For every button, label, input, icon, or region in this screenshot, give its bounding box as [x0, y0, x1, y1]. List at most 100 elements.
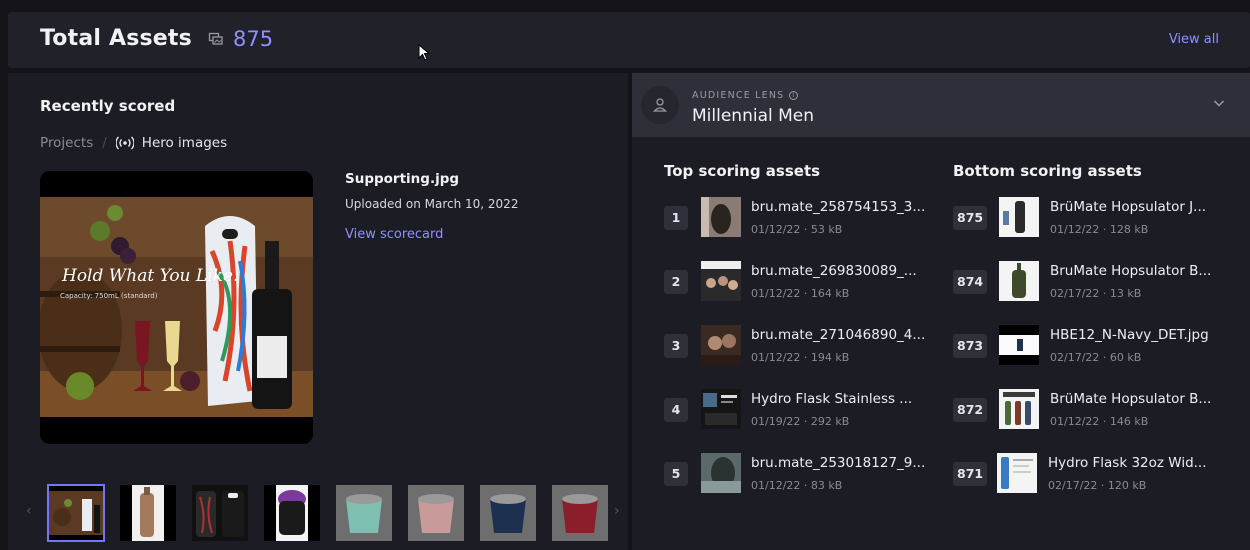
- breadcrumb-separator: /: [102, 135, 107, 151]
- upload-date: Uploaded on March 10, 2022: [345, 197, 519, 211]
- asset-thumbnail: [999, 197, 1039, 237]
- chevron-down-icon: [1213, 100, 1225, 107]
- preview-capacity: Capacity: 750mL (standard): [60, 292, 158, 300]
- asset-date: 02/17/22: [1050, 287, 1100, 300]
- rank-badge: 875: [953, 206, 988, 230]
- breadcrumb-projects[interactable]: Projects: [40, 135, 93, 151]
- asset-size: 13 kB: [1109, 287, 1142, 300]
- asset-name: bru.mate_258754153_3...: [751, 199, 926, 215]
- audience-lens-value: Millennial Men: [692, 106, 815, 126]
- top-asset-row[interactable]: 2 bru.mate_269830089_... 01/12/22 · 164 …: [664, 261, 944, 303]
- asset-size: 120 kB: [1107, 479, 1147, 492]
- asset-date: 01/12/22: [751, 287, 801, 300]
- asset-size: 194 kB: [810, 351, 850, 364]
- user-icon: [641, 86, 679, 124]
- asset-size: 83 kB: [810, 479, 843, 492]
- page-title: Total Assets: [40, 26, 192, 51]
- asset-meta: 01/12/22 · 194 kB: [751, 351, 850, 364]
- carousel-thumbnail[interactable]: [336, 485, 392, 541]
- thumbnail-carousel: ‹ ›: [16, 483, 628, 542]
- view-all-link[interactable]: View all: [1169, 32, 1219, 47]
- rank-badge: 872: [953, 398, 988, 422]
- asset-meta: 01/12/22 · 164 kB: [751, 287, 850, 300]
- asset-meta: 02/17/22 · 60 kB: [1050, 351, 1142, 364]
- asset-thumbnail: [999, 261, 1039, 301]
- asset-name: BrüMate Hopsulator B...: [1050, 391, 1212, 407]
- asset-name: BruMate Hopsulator B...: [1050, 263, 1212, 279]
- carousel-thumbnail[interactable]: [192, 485, 248, 541]
- view-scorecard-link[interactable]: View scorecard: [345, 227, 443, 242]
- asset-thumbnail: [701, 261, 741, 301]
- asset-meta: 01/12/22 · 128 kB: [1050, 223, 1149, 236]
- rank-badge: 3: [664, 334, 688, 358]
- top-asset-row[interactable]: 1 bru.mate_258754153_3... 01/12/22 · 53 …: [664, 197, 944, 239]
- asset-name: Hydro Flask Stainless ...: [751, 391, 913, 407]
- asset-meta: 01/12/22 · 83 kB: [751, 479, 843, 492]
- asset-size: 292 kB: [810, 415, 850, 428]
- asset-meta: 01/12/22 · 53 kB: [751, 223, 843, 236]
- asset-count: 875: [233, 27, 274, 51]
- carousel-thumbnail[interactable]: [47, 484, 105, 542]
- carousel-prev-arrow[interactable]: ‹: [26, 503, 32, 519]
- asset-thumbnail: [701, 325, 741, 365]
- file-name: Supporting.jpg: [345, 171, 460, 187]
- asset-thumbnail: [701, 197, 741, 237]
- bottom-asset-row[interactable]: 874 BruMate Hopsulator B... 02/17/22 · 1…: [953, 261, 1233, 303]
- asset-size: 60 kB: [1109, 351, 1142, 364]
- asset-name: BrüMate Hopsulator J...: [1050, 199, 1207, 215]
- audience-lens-label-text: AUDIENCE LENS: [692, 90, 785, 101]
- rank-badge: 5: [664, 462, 688, 486]
- asset-thumbnail: [999, 389, 1039, 429]
- asset-name: bru.mate_271046890_4...: [751, 327, 926, 343]
- rank-badge: 873: [953, 334, 988, 358]
- asset-date: 01/12/22: [751, 351, 801, 364]
- assets-stack-icon: [208, 32, 223, 45]
- asset-size: 146 kB: [1109, 415, 1149, 428]
- carousel-thumbnail[interactable]: [120, 485, 176, 541]
- carousel-thumbnail[interactable]: [408, 485, 464, 541]
- asset-name: HBE12_N-Navy_DET.jpg: [1050, 327, 1209, 343]
- asset-date: 01/19/22: [751, 415, 801, 428]
- asset-size: 53 kB: [810, 223, 843, 236]
- audience-lens-label: AUDIENCE LENS i: [692, 90, 799, 101]
- asset-date: 02/17/22: [1048, 479, 1098, 492]
- carousel-thumbnail[interactable]: [480, 485, 536, 541]
- asset-thumbnail: [701, 389, 741, 429]
- broadcast-icon: [115, 136, 134, 150]
- asset-thumbnail: [701, 453, 741, 493]
- audience-lens-dropdown[interactable]: AUDIENCE LENS i Millennial Men: [632, 73, 1250, 137]
- carousel-next-arrow[interactable]: ›: [614, 503, 620, 519]
- bottom-asset-row[interactable]: 873 HBE12_N-Navy_DET.jpg 02/17/22 · 60 k…: [953, 325, 1233, 367]
- asset-size: 164 kB: [810, 287, 850, 300]
- asset-meta: 02/17/22 · 120 kB: [1048, 479, 1147, 492]
- asset-preview-image[interactable]: Hold What You Like. Capacity: 750mL (sta…: [40, 171, 313, 444]
- asset-date: 01/12/22: [751, 223, 801, 236]
- asset-thumbnail: [997, 453, 1037, 493]
- asset-size: 128 kB: [1109, 223, 1149, 236]
- rank-badge: 871: [953, 462, 988, 486]
- asset-date: 01/12/22: [1050, 415, 1100, 428]
- asset-name: bru.mate_253018127_9...: [751, 455, 926, 471]
- asset-meta: 01/19/22 · 292 kB: [751, 415, 850, 428]
- asset-date: 01/12/22: [751, 479, 801, 492]
- breadcrumb-hero-images: Hero images: [141, 135, 228, 151]
- bottom-asset-row[interactable]: 872 BrüMate Hopsulator B... 01/12/22 · 1…: [953, 389, 1233, 431]
- scoring-panel: AUDIENCE LENS i Millennial Men Top scori…: [632, 73, 1250, 550]
- top-asset-row[interactable]: 5 bru.mate_253018127_9... 01/12/22 · 83 …: [664, 453, 944, 495]
- asset-thumbnail: [999, 325, 1039, 365]
- carousel-thumbnail[interactable]: [552, 485, 608, 541]
- top-asset-row[interactable]: 4 Hydro Flask Stainless ... 01/19/22 · 2…: [664, 389, 944, 431]
- top-scoring-heading: Top scoring assets: [664, 162, 821, 180]
- bottom-asset-row[interactable]: 871 Hydro Flask 32oz Wid... 02/17/22 · 1…: [953, 453, 1233, 495]
- asset-name: Hydro Flask 32oz Wid...: [1048, 455, 1207, 471]
- file-info: Supporting.jpg Uploaded on March 10, 202…: [345, 171, 518, 242]
- rank-badge: 4: [664, 398, 688, 422]
- top-asset-row[interactable]: 3 bru.mate_271046890_4... 01/12/22 · 194…: [664, 325, 944, 367]
- bottom-scoring-heading: Bottom scoring assets: [953, 162, 1142, 180]
- carousel-thumbnail[interactable]: [264, 485, 320, 541]
- bottom-asset-row[interactable]: 875 BrüMate Hopsulator J... 01/12/22 · 1…: [953, 197, 1233, 239]
- asset-meta: 02/17/22 · 13 kB: [1050, 287, 1142, 300]
- total-assets-bar: Total Assets 875 View all: [8, 12, 1250, 68]
- rank-badge: 874: [953, 270, 988, 294]
- info-icon[interactable]: i: [789, 91, 799, 100]
